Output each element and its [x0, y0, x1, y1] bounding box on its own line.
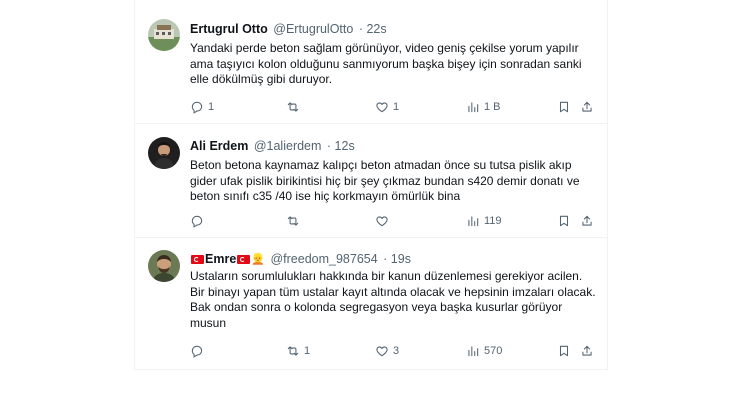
tweet-actions: 1 3 570: [190, 343, 600, 359]
like-icon: [375, 100, 389, 114]
avatar[interactable]: [148, 137, 180, 169]
retweet-button[interactable]: [286, 213, 304, 229]
author-handle[interactable]: @1alierdem: [254, 139, 322, 153]
views-button[interactable]: 570: [466, 343, 502, 359]
share-icon: [580, 344, 594, 358]
tweet-header: Emre 👱 @freedom_987654 · 19s: [190, 251, 411, 267]
reply-icon: [190, 100, 204, 114]
share-button[interactable]: [580, 213, 594, 229]
tweet-header: Ertugrul Otto @ErtugrulOtto · 22s: [190, 21, 387, 37]
author-name[interactable]: Ali Erdem: [190, 139, 248, 153]
like-count: 3: [393, 345, 400, 357]
like-button[interactable]: [375, 213, 393, 229]
like-count: 1: [393, 101, 400, 113]
tweet-actions: 119: [190, 213, 600, 229]
retweet-count: 1: [304, 345, 311, 357]
reply-button[interactable]: 1: [190, 99, 214, 115]
retweet-button[interactable]: [286, 99, 304, 115]
retweet-button[interactable]: 1: [286, 343, 310, 359]
tweet-time[interactable]: · 12s: [327, 139, 355, 153]
bookmark-icon: [557, 214, 571, 228]
tweet-header: Ali Erdem @1alierdem · 12s: [190, 138, 355, 154]
views-button[interactable]: 119: [466, 213, 502, 229]
tweet[interactable]: Emre 👱 @freedom_987654 · 19s Ustaların so…: [135, 238, 607, 370]
tweet-text: Ustaların sorumlulukları hakkında bir ka…: [190, 269, 596, 330]
share-button[interactable]: [580, 343, 594, 359]
share-icon: [580, 100, 594, 114]
tweet-actions: 1 1 1 B: [190, 99, 600, 115]
views-count: 1 B: [484, 101, 501, 113]
author-handle[interactable]: @freedom_987654: [270, 252, 377, 266]
retweet-icon: [286, 214, 300, 228]
tweet-time[interactable]: · 19s: [383, 252, 411, 266]
like-icon: [375, 214, 389, 228]
tweet[interactable]: Ali Erdem @1alierdem · 12s Beton betona …: [135, 124, 607, 238]
author-handle[interactable]: @ErtugrulOtto: [273, 22, 353, 36]
bookmark-icon: [557, 344, 571, 358]
views-icon: [466, 100, 480, 114]
share-icon: [580, 214, 594, 228]
avatar[interactable]: [148, 19, 180, 51]
avatar[interactable]: [148, 250, 180, 282]
views-count: 119: [484, 215, 502, 227]
reply-count: 1: [208, 101, 215, 113]
bookmark-icon: [557, 100, 571, 114]
views-icon: [466, 344, 480, 358]
views-button[interactable]: 1 B: [466, 99, 501, 115]
retweet-icon: [286, 344, 300, 358]
reply-icon: [190, 214, 204, 228]
share-button[interactable]: [580, 99, 594, 115]
like-icon: [375, 344, 389, 358]
like-button[interactable]: 1: [375, 99, 399, 115]
emoji-icon: 👱: [251, 253, 265, 266]
reply-button[interactable]: [190, 213, 208, 229]
bookmark-button[interactable]: [557, 213, 571, 229]
author-name[interactable]: Emre: [205, 252, 236, 266]
tweet-text: Yandaki perde beton sağlam görünüyor, vi…: [190, 41, 582, 86]
author-name[interactable]: Ertugrul Otto: [190, 22, 268, 36]
turkey-flag-icon: [237, 255, 251, 265]
reply-button[interactable]: [190, 343, 208, 359]
tweet-text: Beton betona kaynamaz kalıpçı beton atma…: [190, 158, 580, 203]
turkey-flag-icon: [191, 255, 204, 265]
tweet-time[interactable]: · 22s: [359, 22, 387, 36]
reply-icon: [190, 344, 204, 358]
views-icon: [466, 214, 480, 228]
tweet-feed: Ertugrul Otto @ErtugrulOtto · 22s Yandak…: [134, 0, 608, 370]
like-button[interactable]: 3: [375, 343, 399, 359]
bookmark-button[interactable]: [557, 99, 571, 115]
bookmark-button[interactable]: [557, 343, 571, 359]
tweet[interactable]: Ertugrul Otto @ErtugrulOtto · 22s Yandak…: [135, 0, 607, 124]
views-count: 570: [484, 345, 503, 357]
retweet-icon: [286, 100, 300, 114]
